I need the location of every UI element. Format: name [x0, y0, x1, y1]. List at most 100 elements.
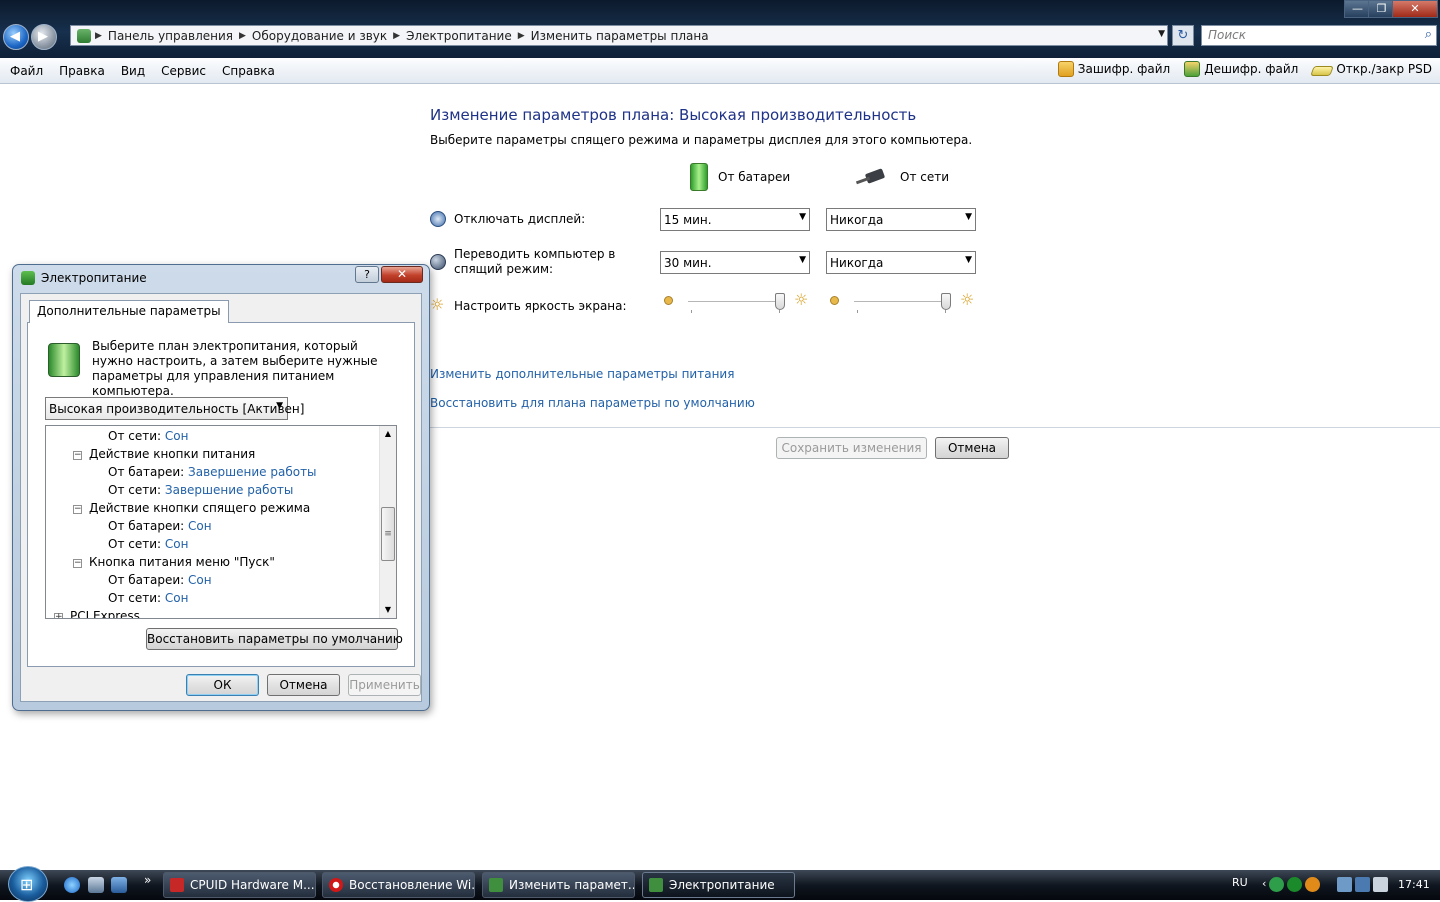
save-changes-button[interactable]: Сохранить изменения [776, 437, 927, 459]
display-off-ac-select[interactable]: Никогда ▼ [826, 208, 976, 231]
menu-file[interactable]: Файл [0, 64, 51, 78]
display-off-battery-select[interactable]: 15 мин. ▼ [660, 208, 810, 231]
scroll-up-icon[interactable]: ▲ [380, 426, 396, 442]
tab-advanced-settings[interactable]: Дополнительные параметры [29, 300, 229, 323]
chevron-down-icon: ▼ [965, 255, 972, 265]
breadcrumb-power-options[interactable]: Электропитание [400, 29, 518, 43]
minimize-button[interactable]: — [1344, 0, 1371, 18]
tree-item[interactable]: От батареи: Завершение работы [108, 465, 317, 479]
dialog-description: Выберите план электропитания, который ну… [92, 339, 378, 398]
task-power-options[interactable]: Электропитание [642, 872, 795, 898]
windows-logo-icon: ⊞ [20, 875, 34, 894]
cancel-button[interactable]: Отмена [935, 437, 1009, 459]
slider-tick [857, 310, 858, 313]
refresh-button[interactable]: ↻ [1172, 25, 1194, 46]
breadcrumb-separator-icon: ▶ [239, 30, 246, 41]
brightness-sun-icon: ☼ [430, 295, 445, 314]
task-label: Электропитание [669, 878, 775, 892]
battery-tray-icon[interactable] [1337, 877, 1353, 892]
tree-item[interactable]: От сети: Сон [108, 537, 188, 551]
address-bar[interactable]: ▶ Панель управления ▶ Оборудование и зву… [70, 25, 1168, 46]
tree-item[interactable]: От сети: Сон [108, 591, 188, 605]
taskbar: ⊞ » CPUID Hardware M... Восстановление W… [0, 866, 1440, 902]
forward-button[interactable]: ▶ [31, 24, 57, 50]
brightness-ac-slider[interactable]: ☼ [828, 290, 978, 323]
back-button[interactable]: ◀ [3, 24, 29, 50]
brightness-battery-slider[interactable]: ☼ [662, 290, 812, 323]
sleep-battery-select[interactable]: 30 мин. ▼ [660, 251, 810, 274]
menu-edit[interactable]: Правка [51, 64, 113, 78]
slider-track [854, 301, 948, 303]
decrypt-file-button[interactable]: Дешифр. файл [1184, 61, 1298, 77]
help-button[interactable]: ? [355, 266, 379, 283]
plan-select[interactable]: Высокая производительность [Активен] ▼ [45, 397, 304, 420]
tray-expand-icon[interactable]: ‹ [1262, 877, 1266, 892]
menu-bar: Файл Правка Вид Сервис Справка Зашифр. ф… [0, 58, 1440, 84]
show-desktop-icon[interactable] [111, 877, 127, 893]
switch-windows-icon[interactable] [88, 877, 104, 893]
restore-defaults-button[interactable]: Восстановить параметры по умолчанию [146, 628, 403, 650]
slider-thumb[interactable] [775, 293, 785, 310]
dialog-cancel-button[interactable]: Отмена [267, 674, 340, 696]
tree-item[interactable]: От батареи: Сон [108, 519, 212, 533]
tree-item[interactable]: От сети: Сон [108, 429, 188, 443]
collapse-icon[interactable]: − [73, 505, 82, 514]
tray-app-icon[interactable] [1305, 877, 1321, 892]
title-bar: — ❐ ✕ ◀ ▶ ▶ Панель управления ▶ Оборудов… [0, 0, 1440, 58]
tray-app-icon[interactable] [1287, 877, 1303, 892]
internet-explorer-icon[interactable] [64, 877, 80, 893]
menu-tools[interactable]: Сервис [153, 64, 214, 78]
tree-item[interactable]: От батареи: Сон [108, 573, 212, 587]
search-icon[interactable]: ⌕ [1425, 27, 1432, 42]
page-title: Изменение параметров плана: Высокая прои… [430, 106, 917, 124]
tree-item[interactable]: Действие кнопки спящего режима [89, 501, 310, 515]
menu-view[interactable]: Вид [113, 64, 153, 78]
scroll-thumb[interactable]: ≡ [381, 507, 395, 561]
sleep-ac-select[interactable]: Никогда ▼ [826, 251, 976, 274]
clock[interactable]: 17:41 [1398, 878, 1430, 891]
battery-icon [690, 163, 708, 191]
volume-icon[interactable] [1373, 877, 1389, 892]
column-header-battery: От батареи [690, 163, 790, 191]
open-close-psd-button[interactable]: Откр./закр PSD [1310, 61, 1432, 77]
network-icon[interactable] [1355, 877, 1371, 892]
task-cpuid[interactable]: CPUID Hardware M... [163, 872, 316, 898]
breadcrumb-hardware-sound[interactable]: Оборудование и звук [246, 29, 393, 43]
search-input[interactable]: Поиск ⌕ [1201, 25, 1437, 46]
menu-help[interactable]: Справка [214, 64, 283, 78]
open-close-psd-label: Откр./закр PSD [1336, 62, 1432, 76]
apply-button[interactable]: Применить [348, 674, 421, 696]
collapse-icon[interactable]: − [73, 559, 82, 568]
task-edit-plan[interactable]: Изменить парамет... [482, 872, 635, 898]
tree-item[interactable]: Кнопка питания меню "Пуск" [89, 555, 275, 569]
encrypt-file-button[interactable]: Зашифр. файл [1057, 61, 1170, 77]
expand-icon[interactable]: + [54, 613, 63, 618]
language-indicator[interactable]: RU [1232, 876, 1248, 889]
tree-item[interactable]: Действие кнопки питания [89, 447, 255, 461]
ok-button[interactable]: ОК [186, 674, 259, 696]
utorrent-icon[interactable] [1269, 877, 1285, 892]
quick-launch-more-icon[interactable]: » [144, 873, 151, 887]
chevron-down-icon[interactable]: ▼ [1158, 29, 1165, 39]
close-button[interactable]: ✕ [1392, 0, 1438, 18]
advanced-settings-link[interactable]: Изменить дополнительные параметры питани… [430, 367, 734, 381]
display-icon [430, 211, 446, 227]
scroll-down-icon[interactable]: ▼ [380, 602, 396, 618]
task-opera[interactable]: Восстановление Wi... [322, 872, 475, 898]
tree-item[interactable]: От сети: Завершение работы [108, 483, 293, 497]
tree-item[interactable]: PCI Express [70, 609, 140, 618]
vertical-scrollbar[interactable]: ▲ ≡ ▼ [379, 426, 396, 618]
slider-thumb[interactable] [941, 293, 951, 310]
settings-tree[interactable]: От сети: Сон − Действие кнопки питания О… [45, 425, 397, 619]
restore-defaults-link[interactable]: Восстановить для плана параметры по умол… [430, 396, 755, 410]
restore-button[interactable]: ❐ [1368, 0, 1395, 18]
breadcrumb-control-panel[interactable]: Панель управления [102, 29, 239, 43]
turn-off-display-label: Отключать дисплей: [454, 212, 586, 226]
bright-sun-icon: ☼ [794, 290, 809, 309]
collapse-icon[interactable]: − [73, 451, 82, 460]
decrypt-file-label: Дешифр. файл [1204, 62, 1299, 76]
dialog-close-button[interactable]: ✕ [381, 266, 423, 283]
breadcrumb-edit-plan[interactable]: Изменить параметры плана [525, 29, 715, 43]
slider-tick [691, 310, 692, 313]
start-button[interactable]: ⊞ [8, 866, 48, 902]
